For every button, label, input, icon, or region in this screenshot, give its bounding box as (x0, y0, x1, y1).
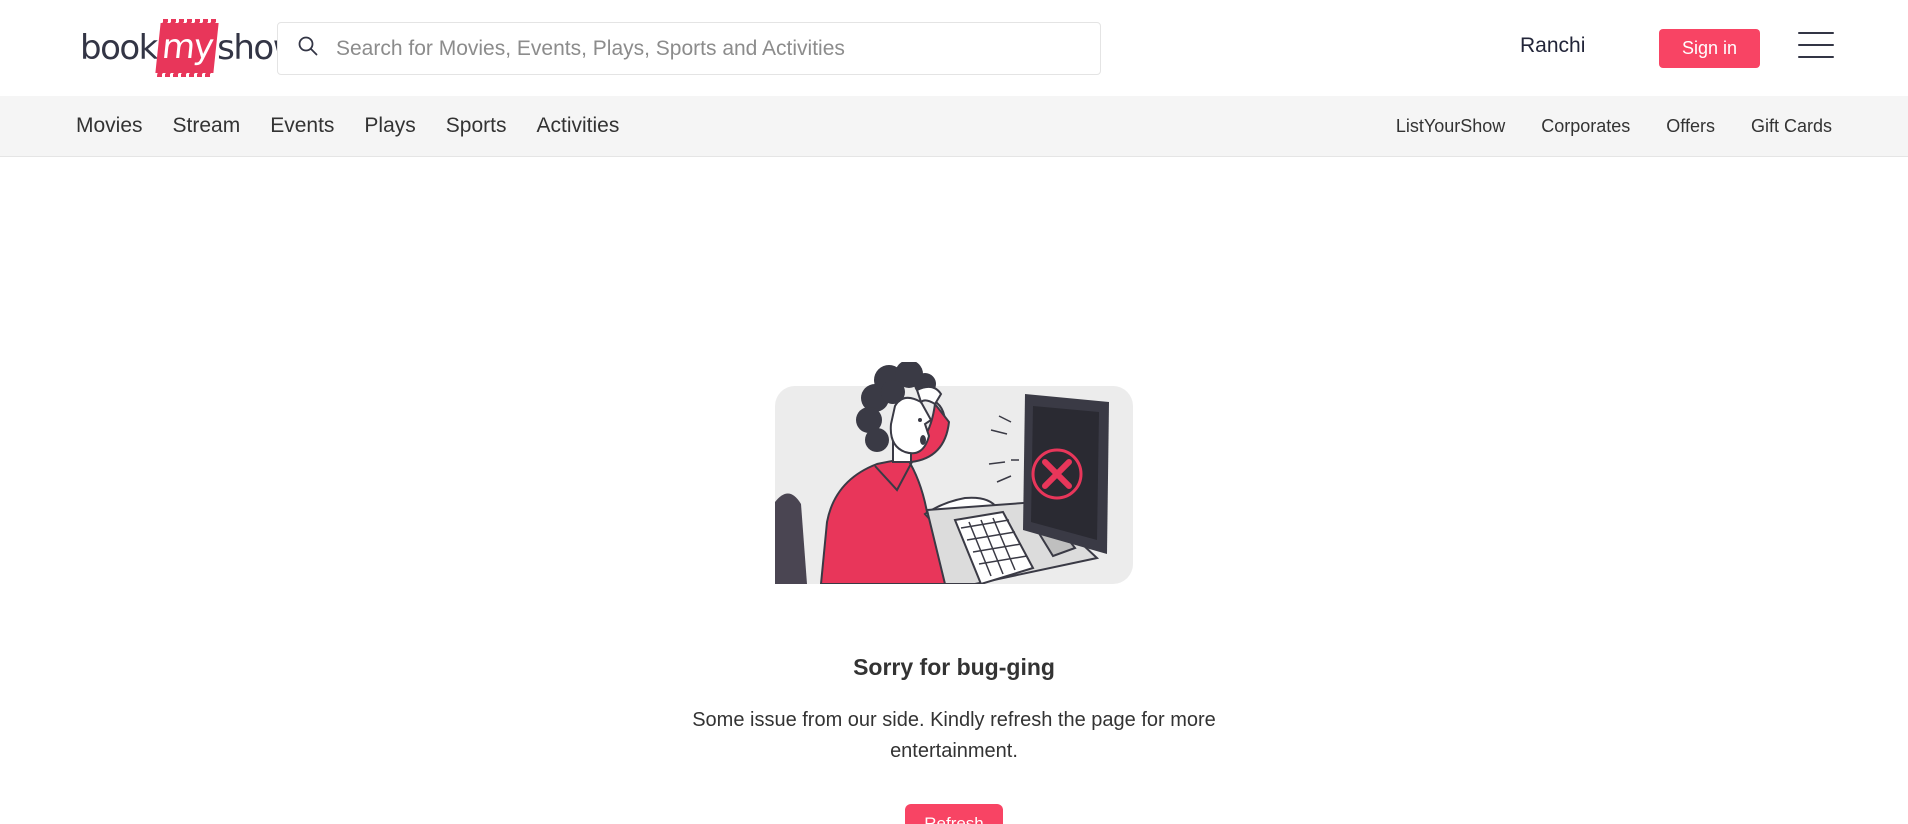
hamburger-menu-icon[interactable] (1798, 32, 1834, 58)
nav-gift-cards[interactable]: Gift Cards (1751, 116, 1832, 137)
logo-text-book: book (80, 28, 158, 68)
menu-line (1798, 32, 1834, 34)
frustrated-person-at-computer-illustration (775, 360, 1133, 586)
search-input[interactable] (336, 36, 1076, 61)
logo-text-my: my (155, 23, 219, 73)
nav-right-links: ListYourShow Corporates Offers Gift Card… (1360, 96, 1832, 156)
nav-activities[interactable]: Activities (536, 114, 619, 138)
error-section: Sorry for bug-ging Some issue from our s… (0, 157, 1908, 824)
nav-stream[interactable]: Stream (173, 114, 241, 138)
menu-line (1798, 44, 1834, 46)
error-title: Sorry for bug-ging (853, 654, 1055, 680)
menu-line (1798, 56, 1834, 58)
nav-listyourshow[interactable]: ListYourShow (1396, 116, 1505, 137)
category-navbar: Movies Stream Events Plays Sports Activi… (0, 96, 1908, 157)
nav-corporates[interactable]: Corporates (1541, 116, 1630, 137)
search-icon (296, 34, 320, 63)
error-message: Some issue from our side. Kindly refresh… (692, 709, 1216, 762)
sign-in-button[interactable]: Sign in (1659, 29, 1760, 68)
nav-movies[interactable]: Movies (76, 114, 143, 138)
nav-left-links: Movies Stream Events Plays Sports Activi… (76, 96, 649, 156)
top-header: book my show Ranchi Sign in (0, 0, 1908, 96)
nav-sports[interactable]: Sports (446, 114, 507, 138)
bookmyshow-logo[interactable]: book my show (80, 22, 300, 74)
nav-events[interactable]: Events (270, 114, 334, 138)
nav-offers[interactable]: Offers (1666, 116, 1715, 137)
nav-plays[interactable]: Plays (364, 114, 415, 138)
city-selector[interactable]: Ranchi (1520, 34, 1585, 58)
search-bar[interactable] (277, 22, 1101, 75)
refresh-button[interactable]: Refresh (905, 804, 1003, 824)
